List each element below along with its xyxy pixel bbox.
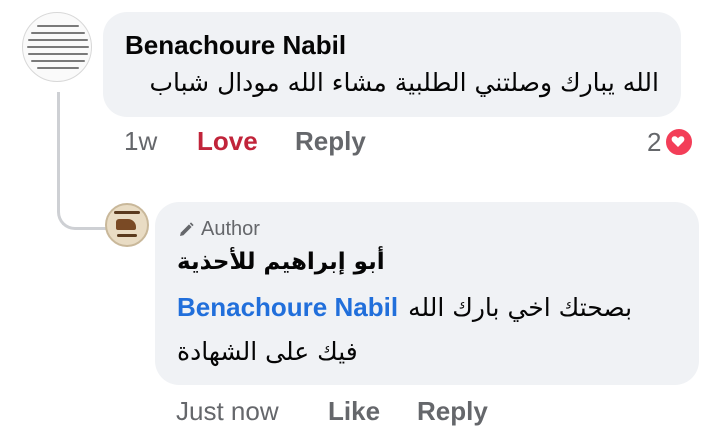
comment-author-name[interactable]: Benachoure Nabil xyxy=(125,30,346,61)
heart-icon xyxy=(664,127,695,157)
comment-bubble: Benachoure Nabil الله يبارك وصلتني الطلب… xyxy=(103,12,681,117)
pencil-icon xyxy=(180,221,194,236)
page-avatar[interactable] xyxy=(105,203,149,247)
commenter-avatar[interactable] xyxy=(22,12,92,82)
reply-reply-button[interactable]: Reply xyxy=(417,396,488,427)
mention-link[interactable]: Benachoure Nabil xyxy=(177,292,398,323)
like-button[interactable]: Like xyxy=(328,396,380,427)
comment-timestamp[interactable]: 1w xyxy=(124,126,157,157)
reply-text-part-2: فيك على الشهادة xyxy=(177,337,358,366)
reply-author-name[interactable]: أبو إبراهيم للأحذية xyxy=(177,249,385,275)
reply-bubble: Author أبو إبراهيم للأحذية Benachoure Na… xyxy=(155,202,699,385)
love-button[interactable]: Love xyxy=(197,126,258,157)
reply-text-line-1: Benachoure Nabil بصحتك اخي بارك الله xyxy=(177,292,632,323)
reply-text-part-1: بصحتك اخي بارك الله xyxy=(408,293,633,322)
reaction-count: 2 xyxy=(647,126,662,157)
author-badge: Author xyxy=(177,218,260,241)
reply-timestamp[interactable]: Just now xyxy=(176,396,279,427)
author-badge-label: Author xyxy=(201,218,260,240)
reaction-summary[interactable]: 2 xyxy=(647,126,695,158)
thread-connector-line xyxy=(57,92,107,230)
comment-text: الله يبارك وصلتني الطلبية مشاء الله مودا… xyxy=(149,68,659,97)
reply-button[interactable]: Reply xyxy=(295,126,366,157)
